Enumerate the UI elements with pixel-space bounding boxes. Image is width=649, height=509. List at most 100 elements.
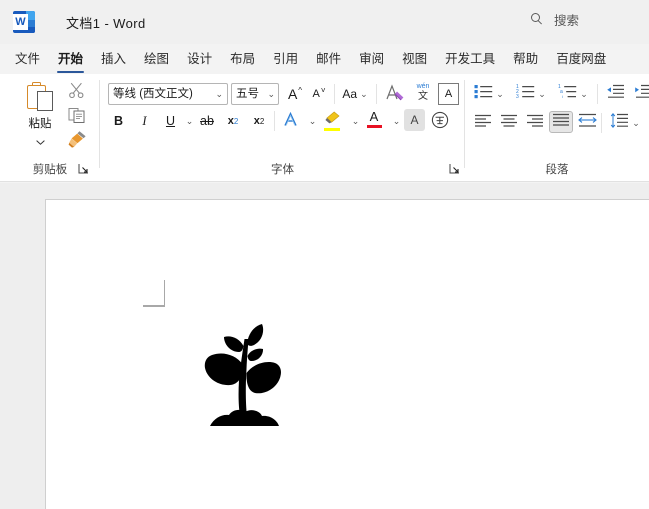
chevron-down-icon[interactable]: ⌄ <box>360 89 368 100</box>
tab-design[interactable]: 设计 <box>178 44 221 74</box>
shrink-font-button[interactable]: A ˅ <box>308 83 330 105</box>
line-spacing-chevron-down-icon[interactable]: ⌄ <box>629 112 643 134</box>
character-border-label: A <box>444 88 453 100</box>
scissors-icon <box>68 82 85 103</box>
chevron-down-icon[interactable]: ⌄ <box>215 84 223 104</box>
numbered-list-icon: 1 2 3 <box>516 84 535 104</box>
group-separator <box>597 84 598 104</box>
phonetic-guide-button[interactable]: wén 文 <box>410 81 436 103</box>
font-size-combobox[interactable]: 五号 ⌄ <box>231 83 279 105</box>
cut-button[interactable] <box>68 82 90 103</box>
tab-baidu-netdisk[interactable]: 百度网盘 <box>547 44 615 74</box>
tab-developer[interactable]: 开发工具 <box>436 44 504 74</box>
group-label-paragraph: 段落 <box>545 164 569 176</box>
ribbon-tabs: 文件 开始 插入 绘图 设计 布局 引用 邮件 审阅 视图 开发工具 帮助 百度… <box>0 44 649 74</box>
group-separator <box>274 111 275 131</box>
paste-button[interactable]: 粘贴 <box>16 80 64 150</box>
align-right-icon <box>526 114 544 133</box>
subscript-button[interactable]: x2 <box>222 110 244 132</box>
search-box[interactable]: 搜索 <box>520 6 649 33</box>
svg-text:i: i <box>562 94 563 99</box>
font-dialog-launcher[interactable] <box>449 163 461 175</box>
highlight-button[interactable] <box>320 110 344 132</box>
align-center-button[interactable] <box>497 112 521 134</box>
font-color-button[interactable]: A <box>363 108 385 130</box>
line-spacing-button[interactable] <box>607 112 631 134</box>
document-area[interactable] <box>0 183 649 509</box>
justify-button[interactable] <box>549 111 573 133</box>
clipboard-dialog-launcher[interactable] <box>78 163 90 175</box>
tab-home[interactable]: 开始 <box>49 44 92 74</box>
align-left-icon <box>474 114 492 133</box>
numbering-chevron-down-icon[interactable]: ⌄ <box>535 83 549 105</box>
clear-formatting-button[interactable] <box>382 83 408 105</box>
grow-font-button[interactable]: A ^ <box>284 83 306 105</box>
font-color-label: A <box>369 108 379 124</box>
clear-all-formatting-button[interactable]: A <box>404 109 425 131</box>
font-name-combobox[interactable]: 等线 (西文正文) ⌄ <box>108 83 228 105</box>
tab-insert[interactable]: 插入 <box>92 44 135 74</box>
paste-label: 粘贴 <box>28 118 52 130</box>
bullets-chevron-down-icon[interactable]: ⌄ <box>493 83 507 105</box>
format-painter-icon <box>68 131 87 152</box>
tab-view[interactable]: 视图 <box>393 44 436 74</box>
numbering-button[interactable]: 1 2 3 <box>513 83 537 105</box>
increase-indent-button[interactable] <box>631 83 649 105</box>
tab-review[interactable]: 审阅 <box>350 44 393 74</box>
font-name-value: 等线 (西文正文) <box>113 88 193 100</box>
copy-button[interactable] <box>68 106 90 127</box>
chevron-down-icon[interactable] <box>35 132 45 150</box>
align-left-button[interactable] <box>471 112 495 134</box>
ribbon: 粘贴 剪贴板 等线 (西文正文) ⌄ 五号 ⌄ A ^ A ˅ Aa ⌄ wén… <box>0 74 649 182</box>
increase-indent-icon <box>634 84 649 104</box>
change-case-button[interactable]: Aa ⌄ <box>338 83 372 105</box>
multilevel-chevron-down-icon[interactable]: ⌄ <box>577 83 591 105</box>
subscript-index: 2 <box>233 116 239 126</box>
distributed-align-button[interactable] <box>575 112 599 134</box>
decrease-indent-icon <box>606 84 625 104</box>
tab-file[interactable]: 文件 <box>6 44 49 74</box>
group-paragraph: ⌄ 1 2 3 ⌄ 1 a i ⌄ ⌄ 段落 <box>465 74 649 182</box>
caret-up-icon: ^ <box>298 86 303 95</box>
chevron-down-icon[interactable]: ⌄ <box>267 84 275 104</box>
clear-formatting-icon <box>385 83 405 105</box>
svg-text:3: 3 <box>516 94 519 99</box>
document-page[interactable] <box>45 199 649 509</box>
bold-button[interactable]: B <box>108 110 129 132</box>
multilevel-list-button[interactable]: 1 a i <box>555 83 579 105</box>
decrease-indent-button[interactable] <box>603 83 627 105</box>
bold-label: B <box>113 114 124 128</box>
align-right-button[interactable] <box>523 112 547 134</box>
superscript-button[interactable]: x2 <box>248 110 270 132</box>
strikethrough-button[interactable]: ab <box>196 110 218 132</box>
underline-button[interactable]: U <box>160 110 181 132</box>
search-icon <box>531 13 544 26</box>
clear-all-label: A <box>410 113 419 127</box>
word-window: W 文档1 - Word 搜索 文件 开始 插入 绘图 设计 布局 引用 邮件 … <box>0 0 649 509</box>
tab-help[interactable]: 帮助 <box>504 44 547 74</box>
bullets-button[interactable] <box>471 83 495 105</box>
group-separator <box>334 84 335 104</box>
group-label-font: 字体 <box>271 164 294 176</box>
bullet-list-icon <box>474 84 493 104</box>
italic-label: I <box>142 113 147 128</box>
word-logo-icon: W <box>13 11 35 33</box>
character-border-button[interactable]: A <box>438 83 459 105</box>
highlight-color-swatch <box>324 128 340 131</box>
plant-sprout-image[interactable] <box>198 313 288 433</box>
strikethrough-label: ab <box>200 114 214 128</box>
phonetic-guide-icon <box>431 111 449 132</box>
tab-references[interactable]: 引用 <box>264 44 307 74</box>
italic-button[interactable]: I <box>134 110 155 132</box>
text-effects-button[interactable] <box>280 110 302 132</box>
title-bar: W 文档1 - Word 搜索 <box>0 0 649 44</box>
line-spacing-icon <box>610 113 629 133</box>
underline-label: U <box>165 114 176 128</box>
phonetic-circle-button[interactable] <box>429 110 451 132</box>
tab-draw[interactable]: 绘图 <box>135 44 178 74</box>
format-painter-button[interactable] <box>68 130 90 151</box>
tab-layout[interactable]: 布局 <box>221 44 264 74</box>
tab-mailings[interactable]: 邮件 <box>307 44 350 74</box>
font-color-swatch <box>366 124 382 129</box>
multilevel-list-icon: 1 a i <box>558 84 577 104</box>
